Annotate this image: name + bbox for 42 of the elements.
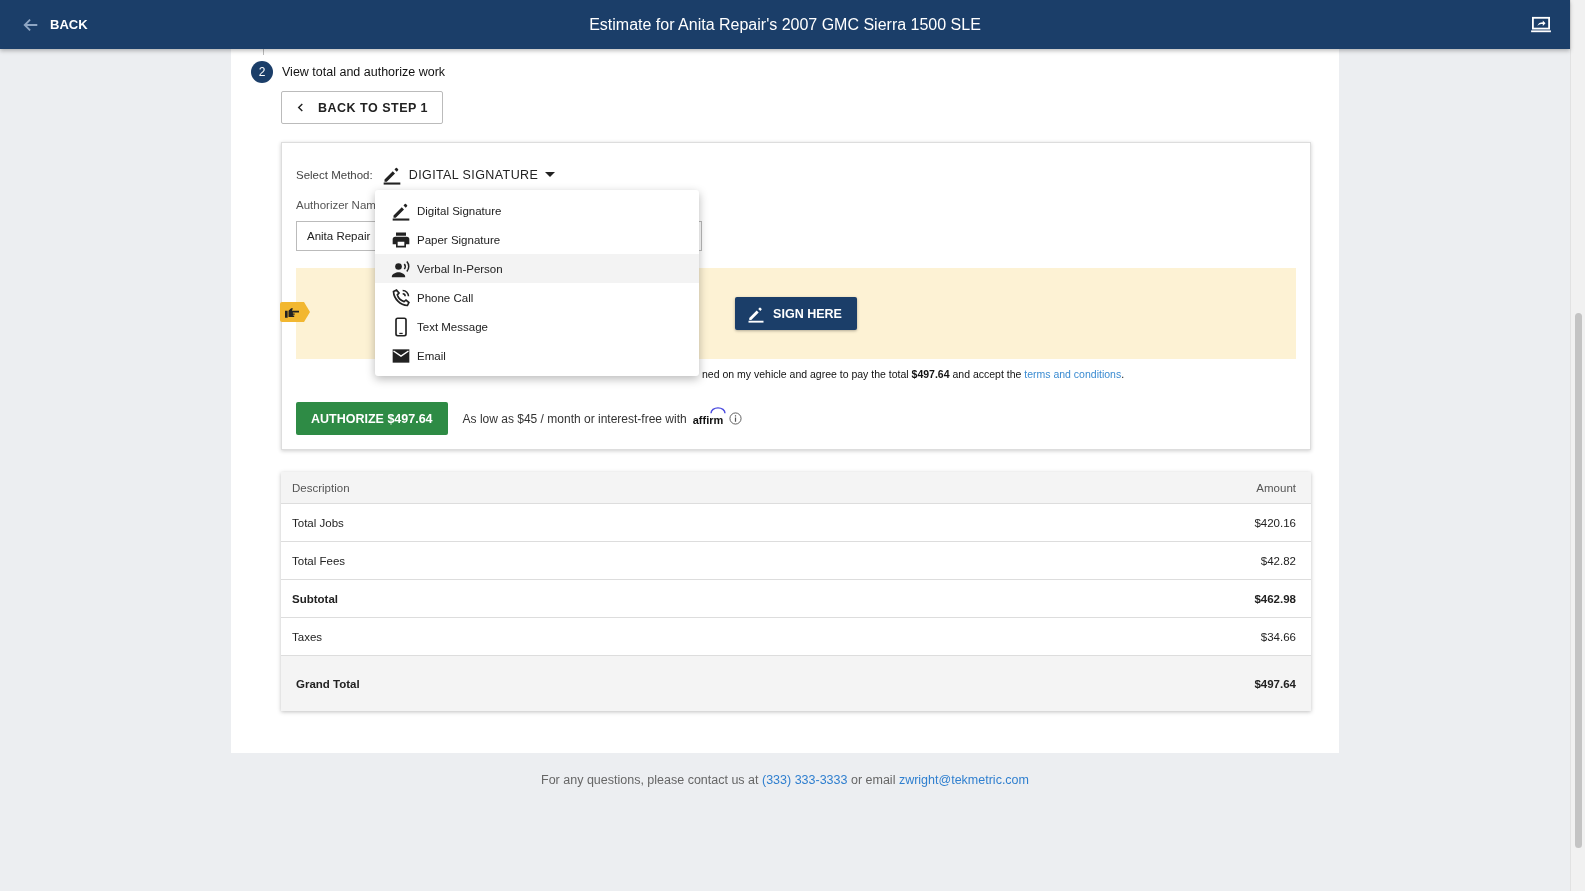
method-menu-item[interactable]: Verbal In-Person	[375, 254, 699, 283]
phone-link[interactable]: (333) 333-3333	[762, 773, 848, 787]
page-title: Estimate for Anita Repair's 2007 GMC Sierra 1500 SLE	[588, 15, 982, 34]
table-cell: Grand Total	[281, 655, 879, 711]
step-title: View total and authorize work	[282, 65, 446, 79]
method-menu-item[interactable]: Digital Signature	[375, 196, 699, 225]
pointing-hand-icon	[285, 306, 299, 318]
info-icon[interactable]	[729, 412, 743, 425]
laptop-arrow-icon	[1530, 15, 1552, 34]
table-cell: $462.98	[878, 579, 1311, 618]
back-button[interactable]: BACK	[0, 15, 160, 34]
column-header: Amount	[878, 472, 1311, 504]
method-menu-item[interactable]: Phone Call	[375, 283, 699, 312]
method-menu-item[interactable]: Text Message	[375, 312, 699, 341]
menu-person-speaking-icon	[391, 258, 411, 279]
method-label: Select Method:	[296, 169, 373, 181]
method-dropdown[interactable]: DIGITAL SIGNATURE	[381, 165, 556, 185]
method-menu-item[interactable]: Email	[375, 341, 699, 370]
email-link[interactable]: zwright@tekmetric.com	[898, 773, 1029, 787]
caret-icon	[545, 172, 556, 178]
authorizer-label: Authorizer Nam	[296, 199, 376, 211]
chevron-left-icon	[296, 103, 305, 112]
scrollbar[interactable]	[1570, 0, 1585, 891]
table-cell: $497.64	[878, 655, 1311, 711]
financing-text: As low as $45 / month or interest-free with	[462, 411, 687, 426]
sign-here-button[interactable]: SIGN HERE	[735, 297, 857, 330]
table-cell: $420.16	[878, 503, 1311, 542]
authorize-button[interactable]: AUTHORIZE $497.64	[296, 402, 448, 435]
table-cell: Taxes	[281, 617, 879, 656]
table-cell: Total Jobs	[281, 503, 879, 542]
table-cell: Subtotal	[281, 579, 879, 618]
contact-text: For any questions, please contact us at (333) 333-3333 or email zwright@tekmetric.com	[540, 773, 1030, 787]
back-to-step-button[interactable]: BACK TO STEP 1	[281, 91, 444, 124]
method-pen-icon	[381, 165, 402, 185]
table-cell: $42.82	[878, 541, 1311, 580]
method-menu-item[interactable]: Paper Signature	[375, 225, 699, 254]
column-header: Description	[281, 472, 879, 504]
step-number: 2	[251, 61, 273, 83]
agreement-text: ned on my vehicle and agree to pay the total $497.64 and accept the terms and conditions.	[702, 368, 1126, 380]
table-cell: Total Fees	[281, 541, 879, 580]
menu-phone-icon	[391, 287, 411, 308]
table-cell: $34.66	[878, 617, 1311, 656]
